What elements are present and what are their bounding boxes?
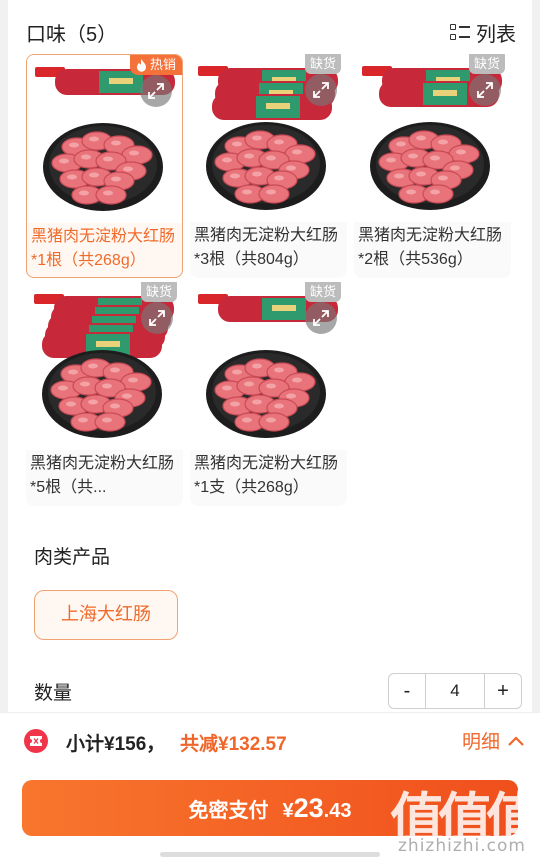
flavor-option-label: 黑猪肉无淀粉大红肠*2根（共536g） — [358, 227, 503, 268]
out-of-stock-badge: 缺货 — [468, 54, 505, 74]
detail-label: 明细 — [461, 732, 500, 753]
subtotal-text: 小计¥156， — [66, 734, 166, 755]
flavor-section-title: 口味（5） — [26, 24, 118, 46]
pay-button[interactable]: 免密支付 ¥23.43 — [22, 780, 518, 836]
hot-badge: 热销 — [129, 55, 182, 75]
sku-selector-sheet: 口味（5） 列表 热销 黑猪肉无淀粉大红肠*1根（共268g） 缺货 黑猪肉无淀… — [8, 0, 532, 712]
pay-label: 免密支付 — [188, 799, 269, 822]
flavor-option-label: 黑猪肉无淀粉大红肠*3根（共804g） — [194, 227, 339, 268]
detail-toggle[interactable]: 明细 — [462, 727, 524, 754]
flame-icon — [136, 58, 146, 72]
quantity-input[interactable]: 4 — [425, 674, 485, 708]
flavor-option-2[interactable]: 缺货 黑猪肉无淀粉大红肠*3根（共804g） — [190, 54, 347, 278]
flavor-option-label: 黑猪肉无淀粉大红肠*1根（共268g） — [31, 228, 176, 269]
pay-amount-int: 23 — [293, 792, 324, 823]
expand-icon[interactable] — [305, 302, 337, 334]
list-view-label: 列表 — [476, 24, 516, 46]
hot-badge-label: 热销 — [149, 57, 176, 72]
out-of-stock-badge: 缺货 — [304, 54, 341, 74]
meat-option-chip[interactable]: 上海大红肠 — [34, 590, 178, 640]
pay-currency: ¥ — [282, 799, 294, 822]
quantity-stepper: - 4 + — [388, 673, 522, 709]
pay-amount: ¥23.43 — [283, 793, 352, 824]
home-indicator — [160, 852, 380, 857]
flavor-option-1[interactable]: 热销 黑猪肉无淀粉大红肠*1根（共268g） — [26, 54, 183, 278]
price-summary-bar: 小计¥156， 共减¥132.57 明细 — [0, 712, 540, 770]
list-view-toggle[interactable]: 列表 — [450, 18, 516, 47]
flavor-header: 口味（5） 列表 — [26, 16, 520, 46]
expand-icon[interactable] — [305, 74, 337, 106]
flavor-option-label: 黑猪肉无淀粉大红肠*5根（共... — [30, 455, 175, 496]
expand-icon[interactable] — [140, 75, 172, 107]
meat-section-title: 肉类产品 — [34, 547, 111, 568]
expand-icon[interactable] — [469, 74, 501, 106]
discount-text: 共减¥132.57 — [180, 734, 287, 755]
pay-amount-dec: .43 — [323, 799, 352, 822]
decrease-button[interactable]: - — [389, 674, 425, 708]
chevron-up-icon — [508, 735, 524, 746]
flavor-option-3[interactable]: 缺货 黑猪肉无淀粉大红肠*2根（共536g） — [354, 54, 511, 278]
flavor-option-5[interactable]: 缺货 黑猪肉无淀粉大红肠*1支（共268g） — [190, 282, 347, 506]
flavor-option-4[interactable]: 缺货 黑猪肉无淀粉大红肠*5根（共... — [26, 282, 183, 506]
pay-bar: 免密支付 ¥23.43 — [0, 770, 540, 860]
increase-button[interactable]: + — [485, 674, 521, 708]
out-of-stock-badge: 缺货 — [140, 282, 177, 302]
expand-icon[interactable] — [141, 302, 173, 334]
quantity-label: 数量 — [34, 683, 73, 704]
out-of-stock-badge: 缺货 — [304, 282, 341, 302]
list-icon — [450, 23, 470, 43]
coupon-icon — [24, 729, 48, 753]
flavor-option-label: 黑猪肉无淀粉大红肠*1支（共268g） — [194, 455, 339, 496]
